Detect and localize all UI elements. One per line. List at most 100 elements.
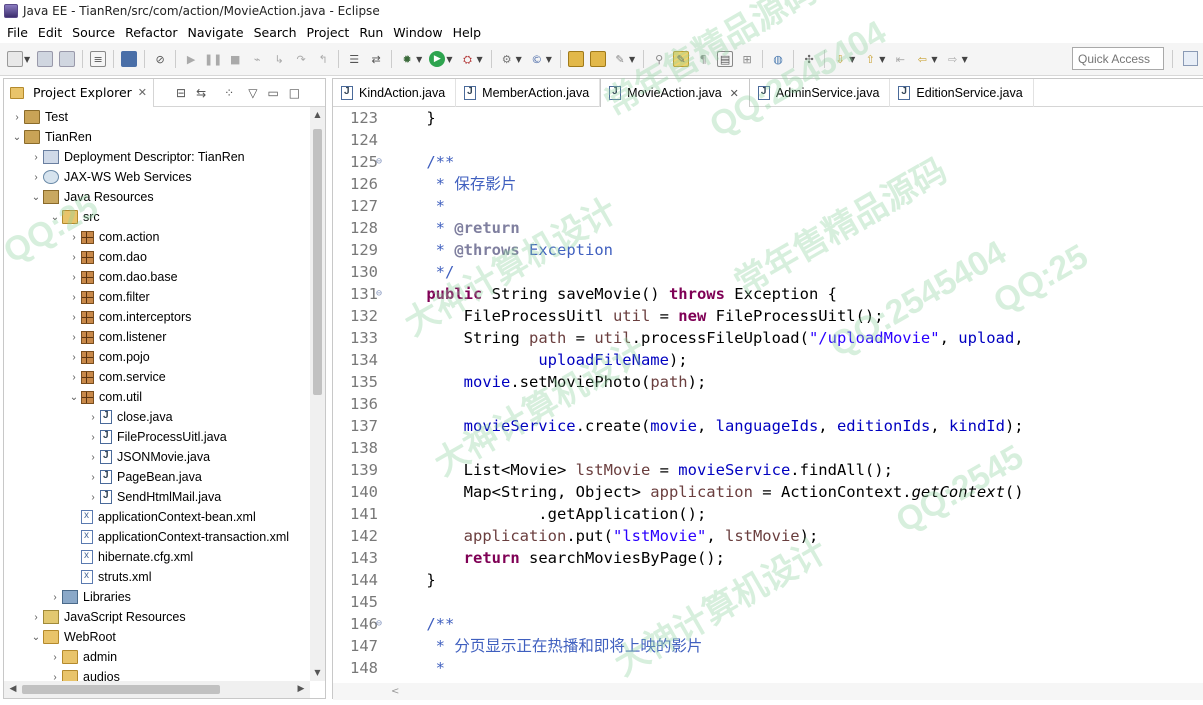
quick-access-input[interactable] [1072,47,1164,70]
menu-file[interactable]: File [2,25,33,40]
menu-help[interactable]: Help [448,25,487,40]
expand-arrow-icon[interactable]: › [29,612,43,623]
scroll-right-icon[interactable]: ▶ [294,681,308,698]
tree-item[interactable]: ⌄ WebRoot [4,627,310,647]
link-with-editor-icon[interactable]: ⇆ [196,86,206,100]
open-task-icon[interactable]: ☰ [346,51,362,67]
fold-toggle-icon[interactable]: ⊖ [376,151,382,173]
tree-item[interactable]: › JavaScript Resources [4,607,310,627]
tree-vertical-scrollbar[interactable]: ▲ ▼ [310,107,325,681]
previous-annotation-icon[interactable]: ⇧ [862,51,878,67]
new-class-dropdown-icon[interactable]: ▼ [546,55,552,64]
collapse-arrow-icon[interactable]: ⌄ [48,212,62,223]
tree-item[interactable]: applicationContext-bean.xml [4,507,310,527]
expand-arrow-icon[interactable]: › [48,672,62,682]
tree-item[interactable]: ⌄ src [4,207,310,227]
step-return-icon[interactable]: ↰ [315,51,331,67]
tree-item[interactable]: › com.pojo [4,347,310,367]
new-server-icon[interactable]: ⚙ [499,51,515,67]
java-ee-perspective-icon[interactable] [1183,51,1198,66]
tree-item[interactable]: › com.service [4,367,310,387]
external-tools-icon[interactable]: ⛭ [459,51,475,67]
whitespace-icon[interactable]: ¶ [695,51,711,67]
skip-breakpoints-icon[interactable]: ⊘ [152,51,168,67]
tree-item[interactable]: applicationContext-transaction.xml [4,527,310,547]
tree-item[interactable]: ⌄ com.util [4,387,310,407]
open-type-icon[interactable] [567,51,584,67]
scroll-left-icon[interactable]: ◀ [6,681,20,698]
tree-item[interactable]: › admin [4,647,310,667]
debug-icon[interactable]: ✹ [399,51,415,67]
step-into-icon[interactable]: ↳ [271,51,287,67]
resume-icon[interactable]: ▶ [183,51,199,67]
save-icon[interactable] [37,51,54,67]
filter-icon[interactable]: ⁘ [224,86,234,100]
last-edit-icon[interactable]: ⇤ [892,51,908,67]
run-dropdown-icon[interactable]: ▼ [446,55,452,64]
close-icon[interactable]: ✕ [138,86,147,99]
editor-tab[interactable]: MovieAction.java ✕ [600,79,750,107]
editor-tab[interactable]: AdminService.java [750,79,891,107]
web-browser-icon[interactable]: ◍ [770,51,786,67]
tree-horizontal-scrollbar[interactable]: ◀ ▶ [4,681,310,698]
editor-tab[interactable]: KindAction.java [333,79,457,107]
run-icon[interactable]: ▶ [429,51,446,67]
open-resource-icon[interactable] [589,51,606,67]
mark-occurrences-icon[interactable]: ✎ [673,51,690,67]
forward-dropdown-icon[interactable]: ▼ [962,55,968,64]
menu-run[interactable]: Run [354,25,388,40]
tree-item[interactable]: › Deployment Descriptor: TianRen [4,147,310,167]
tree-item[interactable]: › PageBean.java [4,467,310,487]
expand-arrow-icon[interactable]: › [86,452,100,463]
tree-item[interactable]: › Libraries [4,587,310,607]
tree-item[interactable]: › FileProcessUitl.java [4,427,310,447]
previous-annotation-dropdown-icon[interactable]: ▼ [879,55,885,64]
search-dropdown-icon[interactable]: ▼ [629,55,635,64]
expand-arrow-icon[interactable]: › [67,352,81,363]
scroll-up-icon[interactable]: ▲ [310,107,325,123]
tree-item[interactable]: › com.filter [4,287,310,307]
console-icon[interactable] [121,51,138,67]
new-server-dropdown-icon[interactable]: ▼ [516,55,522,64]
tree-item[interactable]: › SendHtmlMail.java [4,487,310,507]
debug-dropdown-icon[interactable]: ▼ [416,55,422,64]
expand-arrow-icon[interactable]: › [29,152,43,163]
menu-project[interactable]: Project [302,25,355,40]
expand-arrow-icon[interactable]: › [67,272,81,283]
wizard-icon[interactable]: ✣ [801,51,817,67]
menu-source[interactable]: Source [67,25,120,40]
terminate-icon[interactable]: ■ [227,51,243,67]
expand-arrow-icon[interactable]: › [86,432,100,443]
project-explorer-tab[interactable]: Project Explorer ✕ [4,78,155,107]
expand-arrow-icon[interactable]: › [67,232,81,243]
expand-arrow-icon[interactable]: › [67,332,81,343]
new-dropdown-icon[interactable]: ▼ [24,55,30,64]
expand-arrow-icon[interactable]: › [67,252,81,263]
block-selection-icon[interactable]: ▤ [717,51,734,67]
tree-item[interactable]: › com.interceptors [4,307,310,327]
scrollbar-thumb[interactable] [313,129,322,395]
next-annotation-dropdown-icon[interactable]: ▼ [849,55,855,64]
build-icon[interactable]: ≡ [90,51,107,67]
code-editor[interactable]: 123 } 124 125 ⊖ /** 126 * 保存影片 127 * 128 * @re… [333,107,1203,683]
new-icon[interactable] [7,51,23,67]
next-annotation-icon[interactable]: ⇩ [832,51,848,67]
expand-arrow-icon[interactable]: › [86,412,100,423]
maximize-icon[interactable]: □ [289,86,300,100]
menu-navigate[interactable]: Navigate [183,25,249,40]
search-tool-icon[interactable]: ✎ [612,51,628,67]
expand-arrow-icon[interactable]: › [48,652,62,663]
close-tab-icon[interactable]: ✕ [730,87,739,100]
step-over-icon[interactable]: ↷ [293,51,309,67]
menu-search[interactable]: Search [249,25,302,40]
tree-item[interactable]: hibernate.cfg.xml [4,547,310,567]
new-java-class-icon[interactable]: © [529,51,545,67]
back-icon[interactable]: ⇦ [914,51,930,67]
suspend-icon[interactable]: ❚❚ [204,51,222,67]
tree-item[interactable]: › com.dao.base [4,267,310,287]
tree-item[interactable]: › com.action [4,227,310,247]
menu-refactor[interactable]: Refactor [120,25,182,40]
forward-icon[interactable]: ⇨ [945,51,961,67]
server-icon[interactable]: ⇄ [368,51,384,67]
horizontal-scroll-left-icon[interactable]: < [391,683,399,700]
